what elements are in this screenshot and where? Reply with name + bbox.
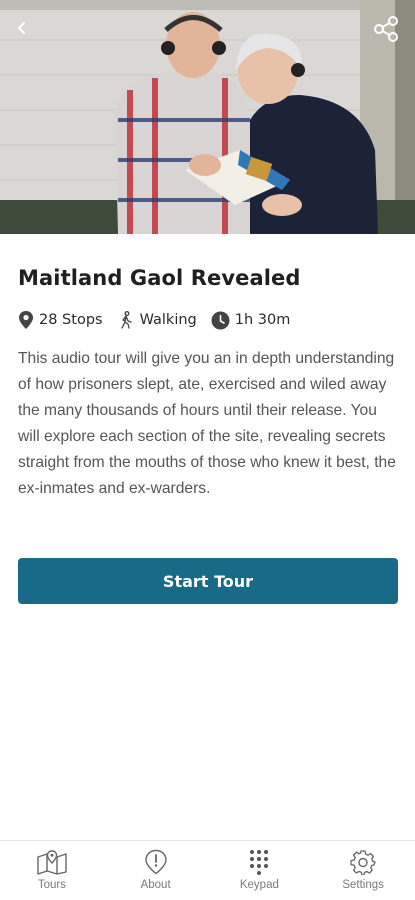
info-pin-icon	[144, 849, 167, 875]
stops-info: 28 Stops	[18, 310, 103, 330]
keypad-icon	[250, 850, 269, 875]
nav-settings[interactable]: Settings	[311, 841, 415, 900]
clock-icon	[211, 311, 230, 329]
stops-label: 28 Stops	[39, 312, 103, 328]
mode-label: Walking	[139, 312, 197, 328]
chevron-left-icon	[18, 22, 25, 34]
tour-photo	[0, 0, 415, 234]
bottom-nav: Tours About Keypad Settings	[0, 840, 415, 900]
nav-about[interactable]: About	[104, 841, 208, 900]
nav-tours-label: Tours	[37, 879, 66, 891]
nav-settings-label: Settings	[342, 879, 384, 891]
map-icon	[37, 850, 67, 875]
start-tour-button[interactable]: Start Tour	[18, 558, 398, 604]
nav-tours[interactable]: Tours	[0, 841, 104, 900]
hero-image	[0, 0, 415, 234]
location-pin-icon	[19, 311, 33, 329]
nav-about-label: About	[140, 879, 171, 891]
duration-info: 1h 30m	[211, 311, 291, 330]
duration-label: 1h 30m	[234, 312, 291, 328]
walking-icon	[120, 311, 132, 329]
mode-info: Walking	[117, 311, 197, 329]
tour-title: Maitland Gaol Revealed	[18, 266, 301, 290]
share-button[interactable]	[371, 14, 401, 44]
tour-meta: 28 Stops Walking 1h 30m	[18, 309, 304, 331]
gear-icon	[350, 850, 376, 875]
nav-keypad-label: Keypad	[239, 879, 279, 891]
tour-description: This audio tour will give you an in dept…	[18, 350, 396, 497]
back-button[interactable]	[8, 14, 36, 42]
share-icon	[374, 16, 398, 42]
nav-keypad[interactable]: Keypad	[208, 841, 312, 900]
